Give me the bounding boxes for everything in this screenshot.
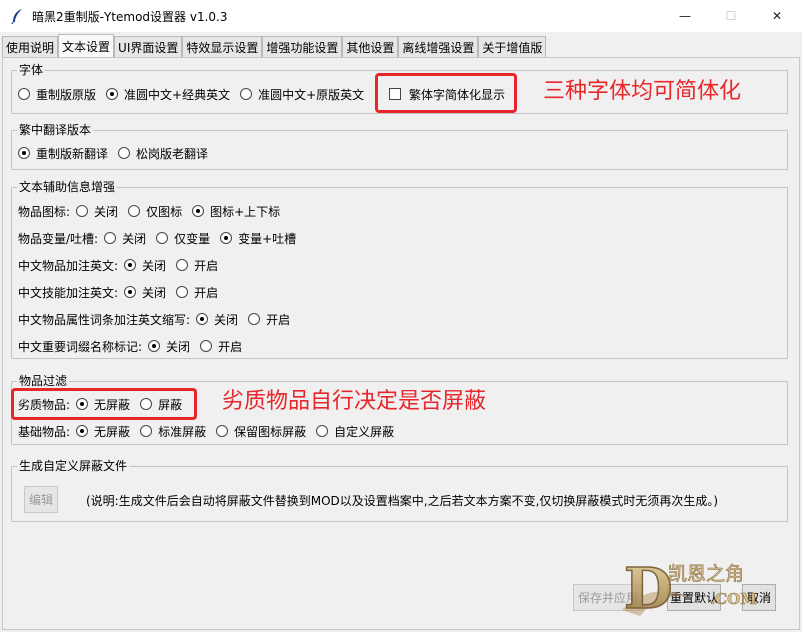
base-option-custom[interactable]: 自定义屏蔽 [316, 423, 394, 440]
tab-ui-settings[interactable]: UI界面设置 [114, 36, 183, 57]
annotation-font-note: 三种字体均可简体化 [543, 79, 742, 104]
item-icon-option-off[interactable]: 关闭 [76, 203, 118, 220]
generate-filter-group-title: 生成自定义屏蔽文件 [17, 458, 130, 474]
skill-english-option-off[interactable]: 关闭 [124, 284, 166, 301]
item-english-option-off[interactable]: 关闭 [124, 257, 166, 274]
tab-enhance-settings[interactable]: 增强功能设置 [262, 36, 343, 57]
maximize-button[interactable]: ☐ [708, 0, 754, 32]
inferior-items-label: 劣质物品: [18, 397, 71, 412]
radio-indicator [76, 205, 89, 217]
item-icon-label: 物品图标: [18, 204, 71, 219]
font-option-zhunyuan-original[interactable]: 准圆中文+原版英文 [240, 86, 364, 103]
inferior-option-none[interactable]: 无屏蔽 [76, 396, 130, 413]
tab-bar: 使用说明 文本设置 UI界面设置 特效显示设置 增强功能设置 其他设置 离线增强… [2, 34, 547, 57]
tab-effects-settings[interactable]: 特效显示设置 [182, 36, 263, 57]
item-variable-option-var-comment[interactable]: 变量+吐槽 [220, 230, 296, 247]
item-variable-label: 物品变量/吐槽: [18, 231, 99, 246]
close-button[interactable]: ✕ [754, 0, 800, 32]
edit-button[interactable]: 编辑 [24, 486, 58, 513]
annotation-filter-note: 劣质物品自行决定是否屏蔽 [222, 389, 487, 414]
base-option-standard[interactable]: 标准屏蔽 [140, 423, 206, 440]
radio-indicator [18, 88, 30, 100]
base-items-label: 基础物品: [18, 424, 71, 439]
radio-indicator [148, 340, 161, 352]
affix-abbrev-label: 中文物品属性词条加注英文缩写: [18, 312, 191, 327]
radio-indicator [18, 147, 30, 159]
cancel-button[interactable]: 取消 [742, 584, 776, 611]
radio-indicator [176, 259, 189, 271]
item-english-label: 中文物品加注英文: [18, 258, 119, 273]
affix-mark-label: 中文重要词缀名称标记: [18, 339, 143, 354]
radio-indicator [192, 205, 205, 217]
radio-indicator [216, 425, 229, 437]
radio-indicator [76, 425, 89, 437]
translation-group-title: 繁中翻译版本 [17, 122, 94, 138]
radio-indicator [240, 88, 253, 100]
radio-indicator [220, 232, 233, 244]
tab-offline-settings[interactable]: 离线增强设置 [398, 36, 479, 57]
affix-abbrev-option-on[interactable]: 开启 [248, 311, 290, 328]
affix-abbrev-option-off[interactable]: 关闭 [196, 311, 238, 328]
radio-indicator [124, 259, 137, 271]
radio-indicator [104, 232, 117, 244]
item-english-option-on[interactable]: 开启 [176, 257, 218, 274]
item-icon-option-icon-only[interactable]: 仅图标 [128, 203, 182, 220]
item-filter-group-title: 物品过滤 [17, 373, 70, 389]
tab-text-settings[interactable]: 文本设置 [58, 34, 115, 57]
item-variable-option-var-only[interactable]: 仅变量 [156, 230, 210, 247]
translation-group: 繁中翻译版本 重制版新翻译 松岗版老翻译 [11, 122, 788, 170]
radio-indicator [140, 398, 153, 410]
radio-indicator [156, 232, 169, 244]
affix-mark-option-on[interactable]: 开启 [200, 338, 242, 355]
skill-english-option-on[interactable]: 开启 [176, 284, 218, 301]
font-option-zhunyuan-classic[interactable]: 准圆中文+经典英文 [106, 86, 230, 103]
item-icon-option-icon-sub[interactable]: 图标+上下标 [192, 203, 280, 220]
affix-mark-option-off[interactable]: 关闭 [148, 338, 190, 355]
radio-indicator [316, 425, 329, 437]
base-option-none[interactable]: 无屏蔽 [76, 423, 130, 440]
radio-indicator [124, 286, 137, 298]
inferior-option-block[interactable]: 屏蔽 [140, 396, 182, 413]
radio-indicator [118, 147, 131, 159]
highlight-box-font [375, 73, 517, 113]
radio-indicator [76, 398, 89, 410]
window-title: 暗黑2重制版-Ytemod设置器 v1.0.3 [32, 9, 228, 24]
radio-indicator [200, 340, 213, 352]
skill-english-label: 中文技能加注英文: [18, 285, 119, 300]
font-option-original[interactable]: 重制版原版 [18, 86, 96, 103]
radio-indicator [196, 313, 209, 325]
radio-indicator [248, 313, 261, 325]
feather-icon [11, 9, 22, 24]
tab-usage[interactable]: 使用说明 [2, 36, 59, 57]
radio-indicator [140, 425, 153, 437]
base-option-keep-icon[interactable]: 保留图标屏蔽 [216, 423, 306, 440]
radio-indicator [176, 286, 189, 298]
item-variable-option-off[interactable]: 关闭 [104, 230, 146, 247]
minimize-button[interactable]: — [662, 0, 708, 32]
text-assist-group-title: 文本辅助信息增强 [17, 179, 118, 195]
text-assist-group: 文本辅助信息增强 物品图标: 关闭 仅图标 图标+上下标 物品变量/吐槽: 关闭… [11, 179, 788, 359]
translation-option-new[interactable]: 重制版新翻译 [18, 145, 108, 162]
radio-indicator [128, 205, 141, 217]
translation-option-old[interactable]: 松岗版老翻译 [118, 145, 208, 162]
reset-default-button[interactable]: 重置默认 [667, 584, 721, 611]
tab-about[interactable]: 关于增值版 [478, 36, 547, 57]
radio-indicator [106, 88, 119, 100]
save-apply-button[interactable]: 保存并应用 [573, 584, 643, 611]
font-group-title: 字体 [17, 62, 46, 78]
generate-note: (说明:生成文件后会自动将屏蔽文件替换到MOD以及设置档案中,之后若文本方案不变… [86, 494, 719, 508]
tab-other-settings[interactable]: 其他设置 [342, 36, 399, 57]
